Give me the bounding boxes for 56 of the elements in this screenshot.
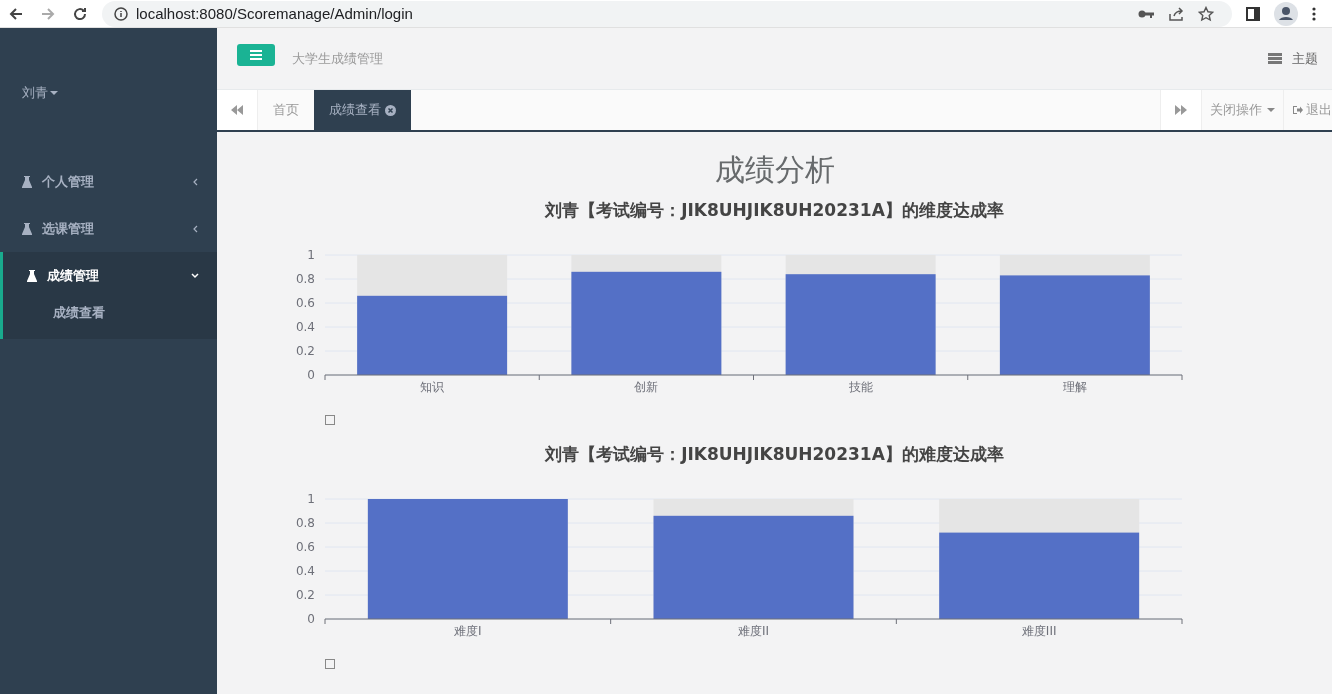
y-tick-label: 0.2 — [295, 344, 315, 358]
menu-icon — [250, 49, 262, 60]
legend-marker[interactable] — [325, 415, 335, 425]
url-text: localhost:8080/Scoremanage/Admin/login — [136, 5, 413, 22]
y-tick-label: 0.4 — [295, 320, 315, 334]
y-tick-label: 1 — [307, 492, 315, 506]
legend-marker[interactable] — [325, 659, 335, 669]
double-right-arrow-icon — [1175, 105, 1187, 115]
chart-title: 刘青【考试编号：JIK8UHJIK8UH20231A】的难度达成率 — [545, 443, 1004, 466]
y-tick-label: 0.8 — [295, 516, 315, 530]
x-axis-label: 难度I — [454, 624, 482, 638]
info-icon[interactable] — [114, 6, 128, 21]
sign-out-icon — [1292, 105, 1303, 115]
flask-icon — [22, 222, 32, 235]
y-tick-label: 0 — [307, 368, 315, 382]
address-bar[interactable]: localhost:8080/Scoremanage/Admin/login — [102, 0, 1232, 27]
y-tick-label: 0.2 — [295, 588, 315, 602]
x-axis-label: 难度II — [737, 624, 770, 638]
submenu-item[interactable]: 成绩查看 — [3, 299, 217, 327]
y-tick-label: 0 — [307, 612, 315, 626]
list-icon — [1268, 53, 1282, 64]
x-axis-label: 知识 — [420, 380, 445, 394]
tab[interactable]: 首页 — [258, 90, 314, 130]
key-icon[interactable] — [1138, 8, 1154, 19]
close-operations-dropdown[interactable]: 关闭操作 — [1202, 90, 1284, 130]
menu-item[interactable]: 个人管理 — [0, 158, 217, 205]
menu-item[interactable]: 选课管理 — [0, 205, 217, 252]
side-panel-icon[interactable] — [1246, 6, 1260, 21]
page-title: 成绩分析 — [714, 151, 835, 189]
y-tick-label: 1 — [307, 248, 315, 262]
app-title: 大学生成绩管理 — [292, 49, 383, 68]
avatar-icon[interactable] — [1274, 1, 1298, 26]
menu-button[interactable] — [237, 43, 275, 66]
double-left-arrow-icon — [231, 105, 243, 115]
y-tick-label: 0.6 — [295, 296, 315, 310]
star-icon[interactable] — [1198, 5, 1214, 22]
menu-item[interactable]: 成绩管理 — [3, 252, 217, 299]
tab[interactable]: 成绩查看 — [314, 90, 411, 130]
x-axis-label: 技能 — [848, 380, 873, 394]
x-axis-label: 难度III — [1021, 624, 1057, 638]
more-menu-icon[interactable] — [1312, 6, 1316, 21]
x-axis-label: 理解 — [1062, 380, 1087, 394]
close-icon[interactable] — [385, 104, 396, 116]
share-icon[interactable] — [1168, 5, 1184, 22]
flask-icon — [27, 269, 37, 282]
user-menu[interactable]: 刘青 — [22, 84, 58, 102]
x-axis-label: 创新 — [634, 380, 659, 394]
scroll-right-button[interactable] — [1160, 90, 1202, 130]
y-tick-label: 0.8 — [295, 272, 315, 286]
flask-icon — [22, 175, 32, 188]
y-tick-label: 0.4 — [295, 564, 315, 578]
chart-title: 刘青【考试编号：JIK8UHJIK8UH20231A】的维度达成率 — [545, 199, 1004, 222]
scroll-left-button[interactable] — [217, 90, 258, 130]
theme-button[interactable]: 主题 — [1268, 49, 1318, 68]
logout-button[interactable]: 退出 — [1284, 90, 1332, 130]
y-tick-label: 0.6 — [295, 540, 315, 554]
